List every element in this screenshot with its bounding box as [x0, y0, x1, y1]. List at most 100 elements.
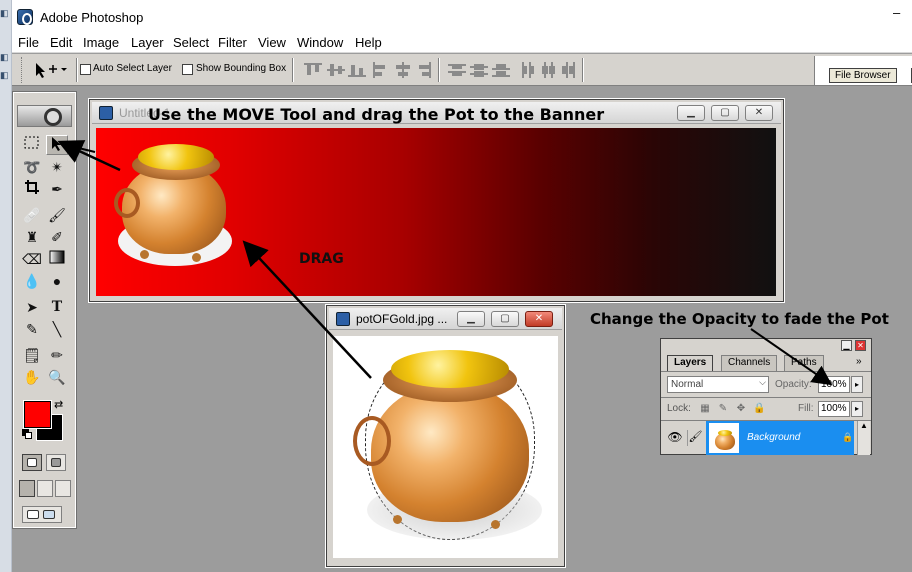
banner-canvas[interactable] [96, 128, 776, 296]
brush-tool-icon[interactable]: 🖌 [46, 205, 68, 225]
close-button[interactable]: ✕ [745, 105, 773, 121]
distribute-left-icon[interactable] [520, 62, 538, 78]
foreground-color-swatch[interactable] [23, 400, 52, 429]
palette-menu-icon[interactable]: » [856, 356, 862, 367]
fill-slider-arrow-icon[interactable]: ▸ [851, 401, 863, 417]
lock-position-icon[interactable]: ✥ [735, 403, 747, 415]
pot-canvas[interactable] [333, 336, 558, 558]
menu-view[interactable]: View [258, 35, 286, 50]
path-selection-tool-icon[interactable]: ➤ [21, 297, 43, 317]
opacity-slider-arrow-icon[interactable]: ▸ [851, 376, 863, 393]
layer-visibility-eye-icon[interactable]: 👁 [665, 430, 685, 446]
minimize-button[interactable]: ▁ [677, 105, 705, 121]
align-vertical-centers-icon[interactable] [327, 62, 345, 78]
separator [438, 58, 440, 82]
dodge-tool-icon[interactable]: ● [46, 271, 68, 291]
fill-label: Fill: [798, 403, 814, 414]
menu-edit[interactable]: Edit [50, 35, 72, 50]
distribute-bottom-icon[interactable] [492, 62, 510, 78]
gradient-tool-icon[interactable] [46, 249, 68, 269]
default-colors-icon[interactable] [22, 429, 32, 439]
slice-tool-icon[interactable]: ✒ [46, 179, 68, 199]
distribute-right-icon[interactable] [560, 62, 578, 78]
history-brush-tool-icon[interactable]: ✐ [46, 227, 68, 247]
pen-tool-icon[interactable]: ✎ [21, 319, 43, 339]
pot-of-gold-image[interactable] [110, 138, 235, 268]
palette-titlebar[interactable]: ▁ ✕ [661, 339, 871, 352]
chevron-down-icon: ⌵ [759, 377, 766, 387]
crop-tool-icon[interactable] [21, 179, 43, 199]
minimize-button[interactable]: ▁ [457, 311, 485, 327]
marquee-tool-icon[interactable] [21, 135, 43, 155]
line-tool-icon[interactable]: ╲ [46, 319, 68, 339]
menu-select[interactable]: Select [173, 35, 209, 50]
auto-select-layer-label: Auto Select Layer [93, 63, 172, 74]
minimize-button[interactable]: – [893, 5, 900, 20]
swap-colors-icon[interactable]: ⇄ [54, 398, 63, 411]
align-top-icon[interactable] [304, 62, 322, 78]
full-screen-mode-button[interactable] [55, 480, 71, 497]
auto-select-layer-checkbox[interactable] [80, 64, 91, 75]
align-horizontal-centers-icon[interactable] [394, 62, 412, 78]
move-tool-preset-icon [36, 63, 67, 78]
jump-to-imageready-button[interactable] [22, 506, 62, 523]
menu-layer[interactable]: Layer [131, 35, 164, 50]
menu-image[interactable]: Image [83, 35, 119, 50]
lock-image-icon[interactable]: ✎ [717, 403, 729, 415]
opacity-field[interactable]: 100% [818, 376, 850, 393]
layers-scrollbar[interactable]: ▲ [857, 421, 870, 455]
hand-tool-icon[interactable]: ✋ [21, 367, 43, 387]
banner-document-window: Untitled-1 ▁ ▢ ✕ [88, 98, 785, 303]
toolbox: ➰ ✴ ✒ 🩹 🖌 ♜ ✐ ⌫ 💧 ● ➤ T ✎ ╲ 🗒 ✏ ✋ 🔍 ⇄ [12, 91, 77, 529]
eraser-tool-icon[interactable]: ⌫ [21, 249, 43, 269]
blend-mode-select[interactable]: Normal ⌵ [667, 376, 769, 393]
options-grip[interactable] [21, 57, 24, 83]
menu-help[interactable]: Help [355, 35, 382, 50]
tab-layers[interactable]: Layers [667, 355, 714, 371]
move-tool-icon[interactable] [46, 135, 68, 155]
distribute-horizontal-centers-icon[interactable] [540, 62, 558, 78]
tab-paths[interactable]: Paths [784, 355, 824, 371]
toolbox-header[interactable] [17, 105, 72, 127]
full-screen-menu-mode-button[interactable] [37, 480, 53, 497]
pot-of-gold-image[interactable] [353, 350, 542, 540]
standard-screen-mode-button[interactable] [19, 480, 35, 497]
quick-mask-mode-button[interactable] [46, 454, 66, 471]
tool-preset-picker[interactable] [32, 60, 72, 80]
lasso-tool-icon[interactable]: ➰ [21, 157, 43, 177]
opacity-instruction-text: Change the Opacity to fade the Pot [590, 310, 889, 328]
align-bottom-icon[interactable] [348, 62, 366, 78]
file-browser-tab[interactable]: File Browser [829, 68, 897, 83]
palette-close-button[interactable]: ✕ [855, 340, 866, 351]
align-left-icon[interactable] [372, 62, 390, 78]
show-bounding-box-checkbox[interactable] [182, 64, 193, 75]
lock-all-icon[interactable]: 🔒 [753, 403, 765, 415]
menu-filter[interactable]: Filter [218, 35, 247, 50]
pot-window-titlebar[interactable]: potOFGold.jpg ... ▁ ▢ ✕ [329, 308, 562, 330]
tab-channels[interactable]: Channels [721, 355, 778, 371]
eyedropper-tool-icon[interactable]: ✏ [46, 345, 68, 365]
zoom-tool-icon[interactable]: 🔍 [46, 367, 68, 387]
menu-file[interactable]: File [18, 35, 39, 50]
distribute-top-icon[interactable] [448, 62, 466, 78]
clone-stamp-tool-icon[interactable]: ♜ [21, 227, 43, 247]
edge-icon: ◧ [0, 8, 9, 18]
maximize-button[interactable]: ▢ [491, 311, 519, 327]
standard-mode-button[interactable] [22, 454, 42, 471]
palette-minimize-button[interactable]: ▁ [841, 340, 852, 351]
fill-field[interactable]: 100% [818, 401, 850, 417]
align-right-icon[interactable] [414, 62, 432, 78]
close-button[interactable]: ✕ [525, 311, 553, 327]
menu-window[interactable]: Window [297, 35, 343, 50]
lock-transparency-icon[interactable]: ▦ [699, 403, 711, 415]
type-tool-icon[interactable]: T [46, 297, 68, 317]
maximize-button[interactable]: ▢ [711, 105, 739, 121]
options-bar: Auto Select Layer Show Bounding Box File… [12, 54, 912, 86]
layer-row-background[interactable]: 👁 🖌 Background 🔒 ▲ [661, 420, 871, 455]
notes-tool-icon[interactable]: 🗒 [21, 345, 43, 365]
adobe-eye-icon [44, 108, 62, 126]
healing-brush-tool-icon[interactable]: 🩹 [21, 205, 43, 225]
magic-wand-tool-icon[interactable]: ✴ [46, 157, 68, 177]
blur-tool-icon[interactable]: 💧 [21, 271, 43, 291]
distribute-vertical-centers-icon[interactable] [470, 62, 488, 78]
